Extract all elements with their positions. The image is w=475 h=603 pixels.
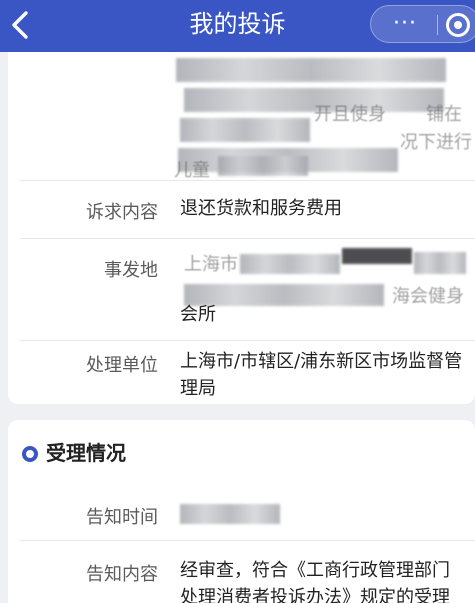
redacted-location [414,252,466,274]
handling-unit-value: 上海市/市辖区/浦东新区市场监督管 [180,351,463,372]
partial-description-text: 开且使身 [314,104,386,125]
redacted-description [218,156,308,176]
incident-location-label: 事发地 [104,260,158,281]
handling-unit-value: 理局 [180,378,216,399]
partial-description-text: 儿童 [174,160,210,181]
notice-content-value: 处理消费者投诉办法》规定的受理 [180,587,450,603]
row-divider [20,180,475,181]
miniprogram-capsule: ··· [370,5,475,43]
close-miniprogram-icon[interactable] [446,13,470,37]
redacted-location [240,254,340,274]
complaint-details-card: 开且使身 铺在 况下进行 儿童 诉求内容 退还货款和服务费用 事发地 上海市 海… [8,52,475,404]
handling-unit-label: 处理单位 [86,355,158,376]
redacted-location [342,248,412,264]
more-options-icon[interactable]: ··· [383,6,427,42]
partial-description-text: 铺在 [426,104,462,125]
redacted-description [180,118,310,142]
location-value-end: 会所 [180,304,216,325]
redacted-notice-time [180,504,280,524]
appeal-content-value: 退还货款和服务费用 [180,198,342,219]
row-divider [20,340,475,341]
row-divider [20,540,475,541]
section-title: 受理情况 [46,441,126,465]
partial-description-text: 况下进行 [400,132,472,153]
notice-content-label: 告知内容 [86,564,158,585]
notice-time-label: 告知时间 [86,507,158,528]
location-value-partial: 上海市 [184,254,238,275]
appeal-content-label: 诉求内容 [86,202,158,223]
notice-content-value: 经审查，符合《工商行政管理部门 [180,560,450,581]
acceptance-card: 受理情况 告知时间 告知内容 经审查，符合《工商行政管理部门 处理消费者投诉办法… [8,420,475,603]
row-divider [20,238,475,239]
location-value-partial: 海会健身 [392,286,464,307]
top-navigation-bar: 我的投诉 ··· [0,0,475,52]
section-dot-icon [22,446,38,462]
capsule-divider [437,15,438,35]
redacted-description [176,58,446,82]
